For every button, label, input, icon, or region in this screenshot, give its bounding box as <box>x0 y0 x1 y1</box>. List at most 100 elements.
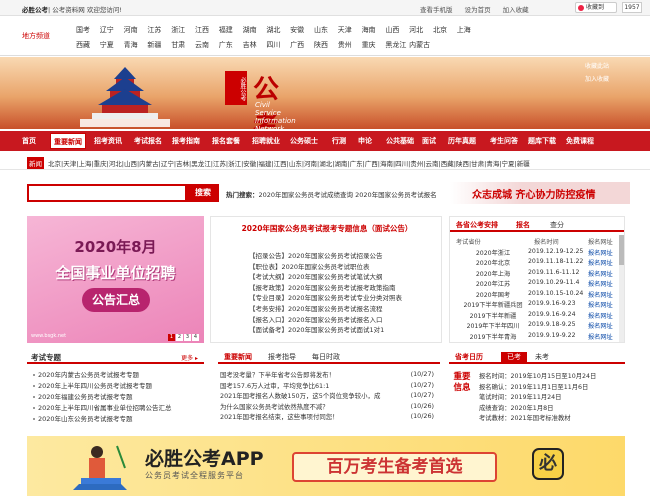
region-link[interactable]: 广东 <box>219 40 243 50</box>
recruitment-ad[interactable]: 2020年8月 全国事业单位招聘 公告汇总 www.bsgk.net <box>27 216 204 343</box>
region-link[interactable]: 内蒙古 <box>409 40 433 50</box>
more-link[interactable]: 更多 ▸ <box>181 353 198 362</box>
nav-item-6[interactable]: 招聘就业 <box>252 136 280 146</box>
nav-item-11[interactable]: 面试 <box>422 136 436 146</box>
app-promo-banner[interactable]: 必胜公考APP 公务员考试全程服务平台 百万考生备考首选 必 <box>27 436 625 496</box>
mobile-link[interactable]: 查看手机版 <box>420 6 453 14</box>
region-link[interactable]: 甘肃 <box>171 40 195 50</box>
register-link[interactable]: 报名网址 <box>588 248 613 257</box>
scrollbar-thumb[interactable] <box>619 235 624 265</box>
nav-item-9[interactable]: 申论 <box>358 136 372 146</box>
region-link[interactable]: 辽宁 <box>100 25 124 35</box>
hot-search-links[interactable]: 2020年国家公务员考试成绩查询 2020年国家公务员考试报名 <box>259 191 437 199</box>
news-row[interactable]: 2021年国考报名人数破150万，这5个岗位竞争较小，成 (10/27) <box>218 391 440 402</box>
exam-topic-item[interactable]: 2020年上半年四川公务员考试报考专题 <box>33 381 172 392</box>
region-link[interactable]: 国考 <box>76 25 100 35</box>
region-link[interactable]: 黑龙江 <box>385 40 409 50</box>
region-link[interactable]: 山东 <box>314 25 338 35</box>
region-link[interactable]: 上海 <box>457 25 481 35</box>
region-link[interactable]: 安徽 <box>290 25 314 35</box>
scrollbar[interactable] <box>619 235 624 342</box>
region-link[interactable]: 吉林 <box>243 40 267 50</box>
register-link[interactable]: 报名网址 <box>588 258 613 267</box>
region-link[interactable]: 浙江 <box>171 25 195 35</box>
exam-topic-item[interactable]: 2020年内蒙古公务员考试报考专题 <box>33 370 172 381</box>
region-link[interactable]: 青海 <box>124 40 148 50</box>
register-link[interactable]: 报名网址 <box>588 321 613 330</box>
tab-province-schedule[interactable]: 各省公考安排 <box>456 220 498 230</box>
bookmark-link[interactable]: 加入收藏 <box>503 6 529 14</box>
region-link[interactable]: 河南 <box>124 25 148 35</box>
tab-calendar[interactable]: 省考日历 <box>455 352 483 362</box>
tab-past[interactable]: 已考 <box>501 352 527 362</box>
region-link[interactable]: 重庆 <box>362 40 386 50</box>
topic-item[interactable]: 【招录公告】2020年国家公务员考试招录公告 <box>249 251 402 262</box>
topic-item[interactable]: 【考试大纲】2020年国家公务员考试笔试大纲 <box>249 272 402 283</box>
nav-item-0[interactable]: 首页 <box>22 136 36 146</box>
province-links[interactable]: 北京|天津|上海|重庆|河北|山西|内蒙古|辽宁|吉林|黑龙江|江苏|浙江|安徽… <box>48 158 530 168</box>
region-link[interactable]: 海南 <box>362 25 386 35</box>
topic-item[interactable]: 【专业目录】2020年国家公务员考试专业分类对照表 <box>249 293 402 304</box>
topic-item[interactable]: 【面试备考】2020年国家公务员考试面试1对1 <box>249 325 402 336</box>
region-link[interactable]: 湖南 <box>243 25 267 35</box>
topic-item[interactable]: 【报考政策】2020年国家公务员考试报考政策指南 <box>249 283 402 294</box>
register-link[interactable]: 报名网址 <box>588 311 613 320</box>
exam-topic-item[interactable]: 2020年福建公务员考试报考专题 <box>33 392 172 403</box>
pager-dot[interactable]: 1 <box>168 334 175 341</box>
exam-topic-item[interactable]: 2020年山东公务员考试报考专题 <box>33 414 172 425</box>
nav-item-10[interactable]: 公共基础 <box>386 136 414 146</box>
register-link[interactable]: 报名网址 <box>588 279 613 288</box>
region-link[interactable]: 宁夏 <box>100 40 124 50</box>
tab-important-news[interactable]: 重要新闻 <box>224 352 252 362</box>
tab-daily-politics[interactable]: 每日时政 <box>312 352 340 362</box>
tab-exam-guide[interactable]: 报考指导 <box>268 352 296 362</box>
region-link[interactable]: 福建 <box>219 25 243 35</box>
nav-item-12[interactable]: 历年真题 <box>448 136 476 146</box>
news-row[interactable]: 国考没考量？下半年省考公告即将发布！ (10/27) <box>218 370 440 381</box>
news-row[interactable]: 为什么国家公务员考试依然热度不减？ (10/26) <box>218 402 440 413</box>
add-favorite-link[interactable]: 加入收藏 <box>585 74 609 83</box>
nav-item-2[interactable]: 招考资讯 <box>94 136 122 146</box>
region-link[interactable]: 河北 <box>409 25 433 35</box>
nav-item-7[interactable]: 公务硕士 <box>290 136 318 146</box>
region-link[interactable]: 贵州 <box>338 40 362 50</box>
region-link[interactable]: 天津 <box>338 25 362 35</box>
region-link[interactable]: 西藏 <box>76 40 100 50</box>
nav-item-15[interactable]: 免费课程 <box>566 136 594 146</box>
region-link[interactable]: 四川 <box>266 40 290 50</box>
region-link[interactable]: 江苏 <box>147 25 171 35</box>
region-link[interactable]: 陕西 <box>314 40 338 50</box>
region-link[interactable]: 湖北 <box>266 25 290 35</box>
pager-dot[interactable]: 2 <box>176 334 183 341</box>
tab-score[interactable]: 查分 <box>550 220 564 230</box>
region-link[interactable]: 广西 <box>290 40 314 50</box>
region-link[interactable]: 北京 <box>433 25 457 35</box>
tab-register[interactable]: 报名 <box>516 220 530 230</box>
exam-topic-item[interactable]: 2020年上半年四川省属事业单位招聘公告汇总 <box>33 403 172 414</box>
nav-item-4[interactable]: 报考指南 <box>172 136 200 146</box>
nav-item-14[interactable]: 题库下载 <box>528 136 556 146</box>
topic-item[interactable]: 【考务安排】2020年国家公务员考试报名流程 <box>249 304 402 315</box>
tab-upcoming[interactable]: 未考 <box>535 352 549 362</box>
register-link[interactable]: 报名网址 <box>588 300 613 309</box>
nav-item-1[interactable]: 重要新闻 <box>50 133 86 149</box>
region-link[interactable]: 云南 <box>195 40 219 50</box>
news-row[interactable]: 2021年国考报名结束，这些事项付同您！ (10/26) <box>218 412 440 423</box>
region-link[interactable]: 新疆 <box>147 40 171 50</box>
share-button[interactable]: 收藏到 <box>575 2 617 13</box>
topic-item[interactable]: 【报名入口】2020年国家公务员考试报名入口 <box>249 315 402 326</box>
search-button[interactable]: 搜索 <box>187 184 219 202</box>
nav-item-13[interactable]: 考生问答 <box>490 136 518 146</box>
topic-item[interactable]: 【职位表】2020年国家公务员考试职位表 <box>249 262 402 273</box>
nav-item-3[interactable]: 考试报名 <box>134 136 162 146</box>
pager-dot[interactable]: 3 <box>184 334 191 341</box>
register-link[interactable]: 报名网址 <box>588 269 613 278</box>
nav-item-8[interactable]: 行测 <box>332 136 346 146</box>
nav-item-5[interactable]: 报名套餐 <box>212 136 240 146</box>
set-home-link[interactable]: 设为首页 <box>465 6 491 14</box>
register-link[interactable]: 报名网址 <box>588 332 613 341</box>
news-row[interactable]: 国考157.6万人过审，平均竞争比61:1 (10/27) <box>218 381 440 392</box>
search-input[interactable] <box>27 184 187 202</box>
region-link[interactable]: 江西 <box>195 25 219 35</box>
topic-title[interactable]: 2020年国家公务员考试报考专题信息（面试公告） <box>211 223 443 234</box>
